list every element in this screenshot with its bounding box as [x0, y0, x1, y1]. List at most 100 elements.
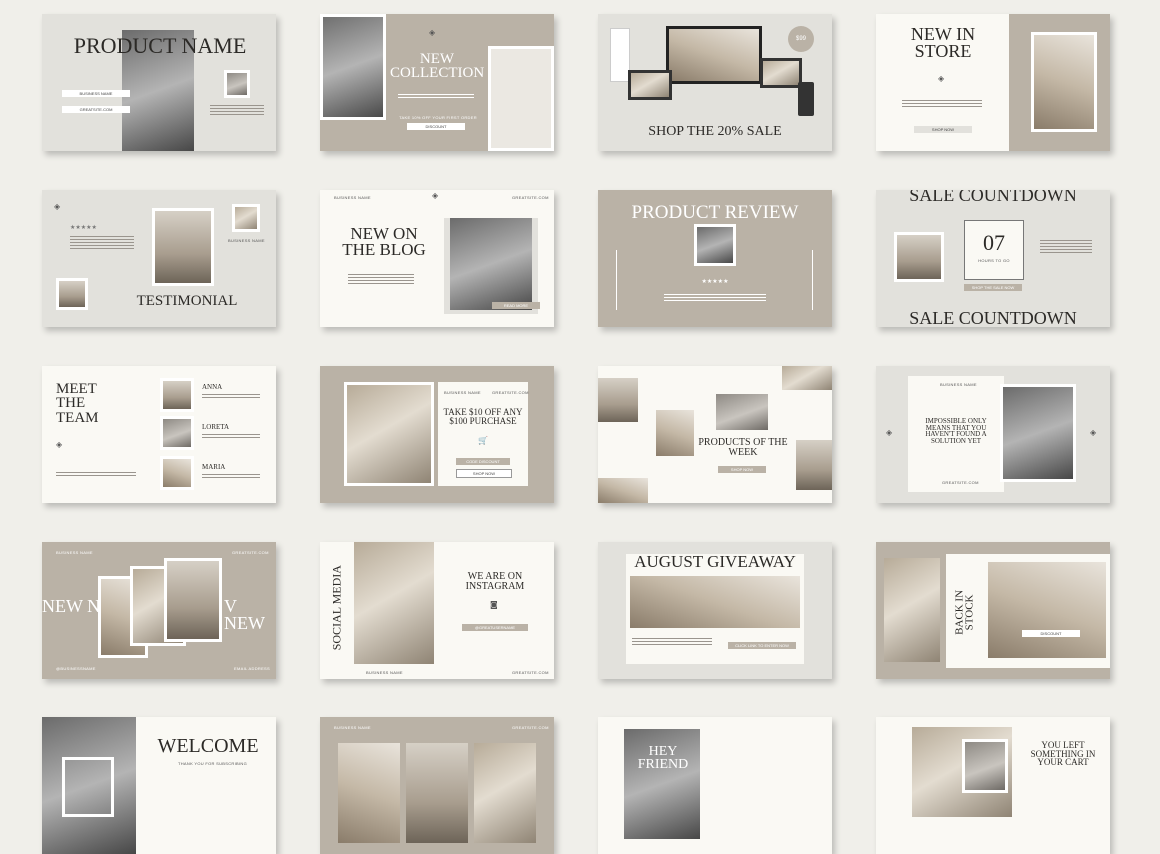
product-photo: [894, 232, 944, 282]
coffee-photo: [630, 576, 800, 628]
slide-gallery[interactable]: BUSINESS NAME GREATSITE.COM: [320, 717, 554, 854]
footer-right: EMAIL ADDRESS: [234, 666, 270, 671]
document-mockup: [610, 28, 630, 82]
shop-sale-button[interactable]: SHOP THE SALE NOW: [964, 284, 1022, 291]
outfit-photo: [884, 558, 940, 662]
slide-product-review[interactable]: PRODUCT REVIEW ★★★★★: [598, 190, 832, 327]
slide-welcome[interactable]: WELCOME THANK YOU FOR SUBSCRIBING: [42, 717, 276, 854]
logo-icon: ◈: [432, 191, 439, 200]
subtitle: THANK YOU FOR SUBSCRIBING: [178, 761, 247, 766]
photo-2: [656, 410, 694, 456]
shop-now-button[interactable]: SHOP NOW: [718, 466, 766, 473]
woman-photo: [1031, 32, 1097, 132]
slide-instagram[interactable]: SOCIAL MEDIA WE ARE ON INSTAGRAM ◙ @GREA…: [320, 542, 554, 679]
slide-left-cart[interactable]: YOU LEFT SOMETHING IN YOUR CART: [876, 717, 1110, 854]
member-name-1: ANNA: [202, 383, 223, 391]
photo-1: [598, 378, 638, 422]
slide-blog[interactable]: BUSINESS NAME ◈ GREATSITE.COM NEW ON THE…: [320, 190, 554, 327]
outfit-photo: [354, 542, 434, 664]
countdown-number: 07: [983, 230, 1005, 255]
header-left: BUSINESS NAME: [56, 550, 93, 555]
discount-button[interactable]: DISCOUNT: [1022, 630, 1080, 637]
cta-text: TAKE 10% OFF YOUR FIRST ORDER: [399, 115, 477, 120]
logo-icon: ◈: [56, 440, 63, 449]
footer-left: @BUSINESSNAME: [56, 666, 96, 671]
slide-title: WELCOME: [157, 735, 259, 757]
enter-button[interactable]: CLICK LINK TO ENTER NOW: [728, 642, 796, 649]
woman-photo: [488, 46, 554, 151]
slide-title: SHOP THE 20% SALE: [648, 124, 782, 139]
site-field: GREATSITE.COM: [62, 106, 130, 113]
member-photo-3: [160, 456, 194, 490]
slide-title: WE ARE ON INSTAGRAM: [465, 571, 525, 592]
member-name-3: MARIA: [202, 463, 226, 471]
code-button[interactable]: CODE DISCOUNT: [456, 458, 510, 465]
slide-sale[interactable]: $99 SHOP THE 20% SALE: [598, 14, 832, 151]
slide-quote[interactable]: ◈ ◈ BUSINESS NAME IMPOSSIBLE ONLY MEANS …: [876, 366, 1110, 503]
detail-photo: [988, 562, 1106, 658]
member-photo-1: [160, 378, 194, 412]
small-photo: [56, 278, 88, 310]
header-left: BUSINESS NAME: [334, 725, 371, 730]
body-text: [210, 105, 264, 117]
slide-sale-countdown[interactable]: SALE COUNTDOWN 07 HOURS TO GO SHOP THE S…: [876, 190, 1110, 327]
slide-giveaway[interactable]: AUGUST GIVEAWAY CLICK LINK TO ENTER NOW: [598, 542, 832, 679]
slide-title: NEW COLLECTION: [390, 51, 485, 82]
logo-icon: ◈: [429, 28, 436, 37]
handle-button[interactable]: @GREATUSERNAME: [462, 624, 528, 631]
slide-title: NEW ON THE BLOG: [342, 224, 426, 260]
slide-title: TAKE $10 OFF ANY $100 PURCHASE: [443, 407, 523, 426]
slide-product-name[interactable]: PRODUCT NAME BUSINESS NAME GREATSITE.COM: [42, 14, 276, 151]
text-left: NEW N: [42, 596, 101, 616]
countdown-box: 07 HOURS TO GO: [964, 220, 1024, 280]
slide-new-arrivals[interactable]: BUSINESS NAME GREATSITE.COM NEW N V NEW …: [42, 542, 276, 679]
slide-new-collection[interactable]: ◈ NEW COLLECTION TAKE 10% OFF YOUR FIRST…: [320, 14, 554, 151]
footer-right: GREATSITE.COM: [512, 670, 549, 675]
shop-now-button[interactable]: SHOP NOW: [914, 126, 972, 133]
portrait-photo: [1000, 384, 1076, 482]
portrait-photo: [450, 218, 532, 310]
countdown-unit: HOURS TO GO: [978, 257, 1010, 263]
header-right: GREATSITE.COM: [512, 195, 549, 200]
cart-icon: 🛒: [478, 436, 488, 445]
slide-new-in-store[interactable]: NEW IN STORE ◈ SHOP NOW: [876, 14, 1110, 151]
slide-title: YOU LEFT SOMETHING IN YOUR CART: [1030, 740, 1096, 768]
product-photo: [694, 224, 736, 266]
slide-title: NEW IN STORE: [910, 24, 976, 62]
slide-title: MEET THE TEAM: [56, 381, 99, 426]
discount-button[interactable]: DISCOUNT: [407, 123, 465, 130]
business-label: BUSINESS NAME: [228, 238, 265, 243]
slide-hey-friend[interactable]: HEY FRIEND: [598, 717, 832, 854]
label-top: BUSINESS NAME: [940, 382, 977, 387]
product-thumbnail: [224, 70, 250, 98]
slide-title: HEY FRIEND: [637, 744, 689, 773]
slide-products-week[interactable]: PRODUCTS OF THE WEEK SHOP NOW: [598, 366, 832, 503]
title-bottom: SALE COUNTDOWN: [909, 308, 1077, 327]
business-name-field: BUSINESS NAME: [62, 90, 130, 97]
header-right: GREATSITE.COM: [512, 725, 549, 730]
coat-photo: [152, 208, 214, 286]
read-more-button[interactable]: READ MORE: [492, 302, 540, 309]
slide-take-10-off[interactable]: BUSINESS NAME GREATSITE.COM TAKE $10 OFF…: [320, 366, 554, 503]
photo-4: [782, 366, 832, 390]
title-top: SALE COUNTDOWN: [909, 190, 1077, 205]
photo-3: [716, 394, 768, 430]
portrait-photo: [962, 739, 1008, 793]
header-right: GREATSITE.COM: [492, 390, 529, 395]
instagram-icon[interactable]: ◙: [490, 600, 498, 609]
logo-icon-right: ◈: [1090, 428, 1097, 437]
logo-icon: ◈: [54, 202, 61, 211]
slide-testimonial[interactable]: ◈ ★★★★★ BUSINESS NAME TESTIMONIAL: [42, 190, 276, 327]
slide-meet-team[interactable]: MEET THE TEAM ◈ ANNA LORETA MARIA: [42, 366, 276, 503]
slide-title: AUGUST GIVEAWAY: [634, 552, 796, 571]
text-right: V NEW: [224, 596, 265, 634]
photo-3: [474, 743, 536, 843]
rating-stars: ★★★★★: [70, 224, 97, 231]
member-photo-2: [160, 416, 194, 450]
side-title: BACK IN STOCK: [953, 589, 976, 635]
shop-now-button[interactable]: SHOP NOW: [456, 469, 512, 478]
header-right: GREATSITE.COM: [232, 550, 269, 555]
slide-back-in-stock[interactable]: BACK IN STOCK DISCOUNT: [876, 542, 1110, 679]
member-name-2: LORETA: [202, 423, 230, 431]
photo-1: [338, 743, 400, 843]
